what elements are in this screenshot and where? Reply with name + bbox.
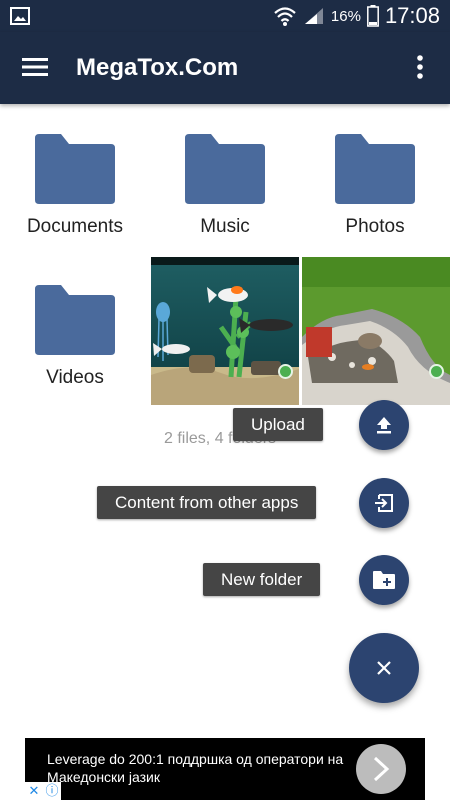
upload-tooltip-label[interactable]: Upload <box>233 408 323 441</box>
folder-label: Music <box>200 216 250 237</box>
battery-percent: 16% <box>330 7 361 25</box>
file-thumbnail-aquarium[interactable] <box>151 257 299 405</box>
ad-text: Leverage do 200:1 поддршка од оператори … <box>47 751 344 785</box>
signal-icon <box>304 8 323 24</box>
upload-icon <box>377 417 391 434</box>
ad-banner[interactable]: Leverage do 200:1 поддршка од оператори … <box>25 738 425 800</box>
clock: 17:08 <box>384 3 440 28</box>
import-icon <box>375 494 393 512</box>
chevron-right-icon <box>373 756 390 782</box>
folder-label: Documents <box>26 216 124 237</box>
folder-icon <box>335 134 415 204</box>
ad-badges: ✕ ⓘ <box>25 782 61 800</box>
app-bar: MegaTox.Com <box>0 32 450 104</box>
new-folder-label[interactable]: New folder <box>203 563 321 596</box>
synced-check-icon <box>278 364 293 379</box>
aquarium-photo <box>151 257 299 405</box>
gallery-notification-icon <box>10 7 30 25</box>
overflow-menu-icon[interactable] <box>410 52 430 82</box>
create-folder-icon <box>373 571 395 589</box>
folder-label: Photos <box>345 216 405 237</box>
ad-info-icon[interactable]: ⓘ <box>43 782 61 800</box>
close-icon <box>377 661 391 675</box>
app-title: MegaTox.Com <box>76 54 239 81</box>
synced-check-icon <box>429 364 444 379</box>
folder-icon <box>35 134 115 204</box>
folder-item-photos[interactable]: Photos <box>300 106 450 254</box>
new-folder-button[interactable] <box>359 555 409 605</box>
folder-label: Videos <box>46 367 104 388</box>
folder-icon <box>35 285 115 355</box>
wifi-icon <box>274 7 296 26</box>
ad-close-icon[interactable]: ✕ <box>25 782 43 800</box>
content-from-other-apps-button[interactable] <box>359 478 409 528</box>
file-thumbnail-garden[interactable] <box>302 257 450 405</box>
status-right: 16% 17:08 <box>273 3 440 29</box>
status-bar: 16% 17:08 <box>0 0 450 32</box>
content-from-other-apps-label[interactable]: Content from other apps <box>97 486 317 519</box>
upload-button[interactable] <box>359 400 409 450</box>
hamburger-menu-icon[interactable] <box>22 56 48 78</box>
battery-icon <box>366 5 379 27</box>
folder-item-videos[interactable]: Videos <box>0 257 150 405</box>
folder-item-documents[interactable]: Documents <box>0 106 150 254</box>
folder-item-music[interactable]: Music <box>150 106 300 254</box>
folder-icon <box>185 134 265 204</box>
garden-photo <box>302 257 450 405</box>
ad-open-button[interactable] <box>356 744 406 794</box>
close-fab-button[interactable] <box>349 633 419 703</box>
